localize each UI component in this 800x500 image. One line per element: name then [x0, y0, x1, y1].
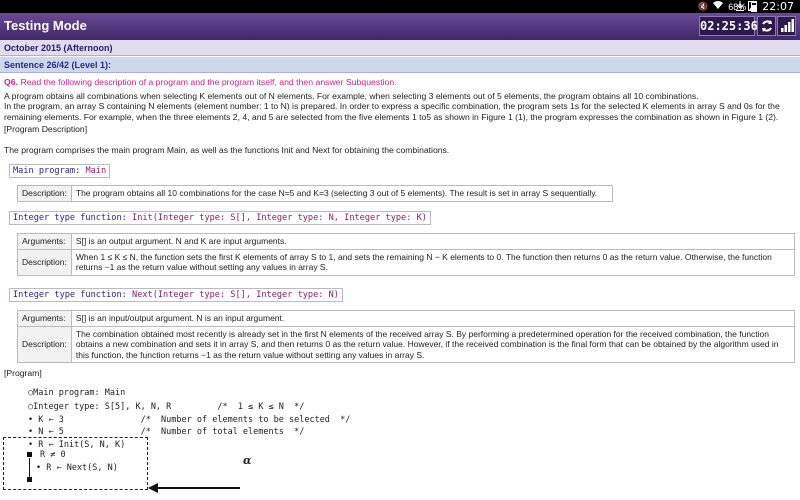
program-line: • N ← 5 /* Number of total elements */	[28, 427, 305, 437]
next-function-header: Integer type function: Next(Integer type…	[9, 288, 343, 302]
next-signature: Next(Integer type: S[], Integer type: N)	[132, 290, 339, 300]
main-program-table: Description: The program obtains all 10 …	[17, 185, 614, 202]
question-prompt: Read the following description of a prog…	[20, 77, 397, 87]
program-line: • K ← 3 /* Number of elements to be sele…	[28, 415, 351, 425]
description-label: Description:	[17, 248, 72, 276]
init-function-table: Arguments: S[] is an output argument. N …	[17, 233, 796, 276]
arguments-label: Arguments:	[17, 310, 72, 327]
init-keyword: Integer type function:	[13, 213, 127, 223]
intro-paragraph-1: A program obtains all combinations when …	[4, 91, 699, 101]
program-line: • R ← Init(S, N, K)	[28, 440, 126, 450]
question-heading: Q6. Read the following description of a …	[4, 77, 397, 87]
main-description: The program obtains all 10 combinations …	[70, 185, 614, 202]
program-line: ○Main program: Main	[28, 388, 126, 398]
next-description: The combination obtained most recently i…	[70, 325, 796, 363]
mute-icon: 🔇	[698, 2, 709, 11]
question-number: Q6.	[4, 77, 19, 87]
loop-condition: R ≠ 0	[40, 450, 66, 460]
main-program-header: Main program: Main	[9, 164, 111, 178]
pointer-arrow-icon	[148, 483, 240, 493]
countdown-timer: 02:25:36	[699, 16, 758, 36]
program-description-label: [Program Description]	[4, 124, 88, 134]
refresh-button[interactable]	[757, 16, 776, 36]
init-arguments: S[] is an output argument. N and K are i…	[70, 233, 796, 250]
init-description: When 1 ≤ K ≤ N, the function sets the fi…	[70, 248, 796, 276]
init-function-header: Integer type function: Init(Integer type…	[9, 211, 431, 225]
refresh-icon	[762, 20, 772, 32]
exam-session: October 2015 (Afternoon)	[0, 40, 800, 56]
app-header: Testing Mode 02:25:36	[0, 13, 800, 40]
description-label: Description:	[17, 185, 72, 202]
app-title: Testing Mode	[4, 18, 87, 33]
intro-paragraph-2: In the program, an array S containing N …	[4, 101, 780, 122]
next-keyword: Integer type function:	[13, 290, 127, 300]
main-program-name: Main	[85, 166, 107, 176]
comprises-paragraph: The program comprises the main program M…	[4, 145, 450, 155]
next-arguments: S[] is an input/output argument. N is an…	[70, 310, 796, 327]
status-bar: 🔇 68% 22:07	[0, 0, 800, 13]
wifi-icon	[713, 0, 724, 13]
next-function-table: Arguments: S[] is an input/output argume…	[17, 310, 796, 363]
alpha-label: α	[243, 454, 252, 467]
signal-button[interactable]	[777, 16, 796, 36]
signal-bars-icon	[781, 19, 794, 32]
sentence-progress: Sentence 26/42 (Level 1):	[0, 57, 800, 73]
init-signature: Init(Integer type: S[], Integer type: N,…	[132, 213, 427, 223]
description-label: Description:	[17, 325, 72, 363]
question-content: Q6. Read the following description of a …	[0, 74, 800, 500]
program-label: [Program]	[4, 368, 42, 378]
image-icon	[748, 1, 757, 13]
program-line: ○Integer type: S[5], K, N, R /* 1 ≤ K ≤ …	[28, 402, 305, 412]
loop-start-marker	[27, 452, 32, 457]
arguments-label: Arguments:	[17, 233, 72, 250]
download-icon	[736, 1, 744, 13]
main-program-keyword: Main program:	[13, 166, 81, 176]
loop-end-marker	[27, 477, 32, 482]
clock: 22:07	[762, 0, 794, 13]
loop-line	[29, 458, 30, 478]
program-line: • R ← Next(S, N)	[36, 463, 118, 473]
